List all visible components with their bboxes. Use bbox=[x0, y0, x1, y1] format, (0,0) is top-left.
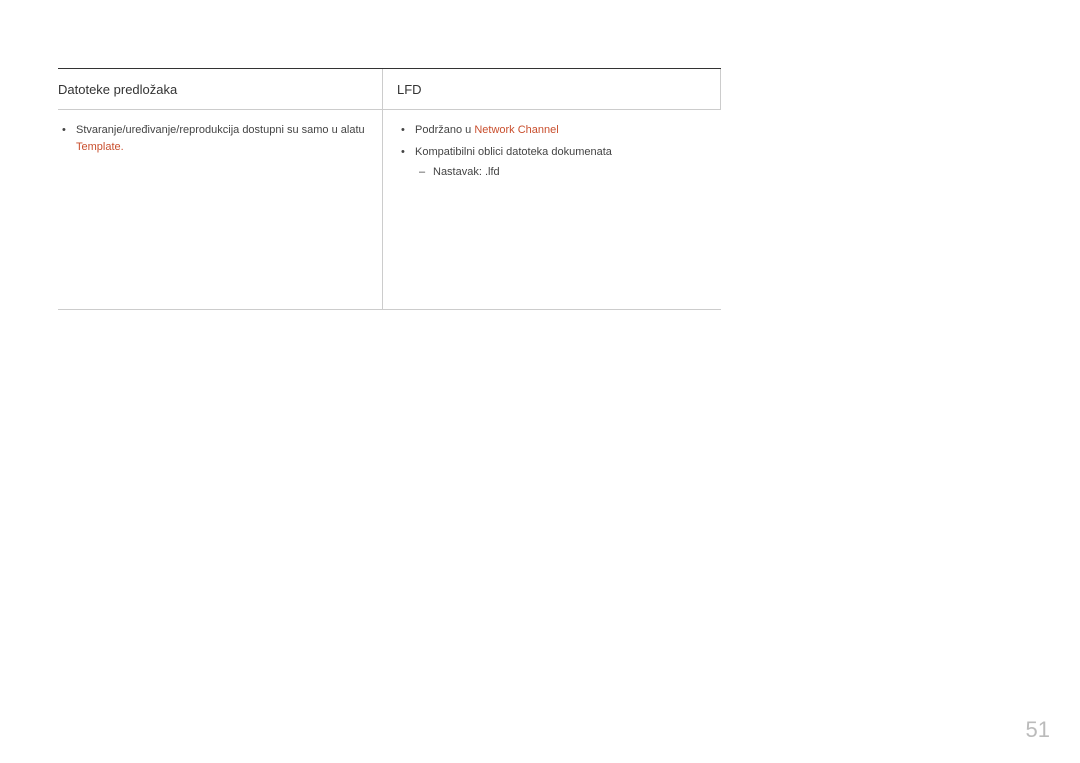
table-header-row: Datoteke predložaka LFD bbox=[58, 69, 721, 110]
page-number: 51 bbox=[1026, 717, 1050, 743]
right-bullet1-highlight: Network Channel bbox=[474, 124, 558, 136]
header-left-text: Datoteke predložaka bbox=[58, 82, 177, 97]
right-dash1-text: Nastavak: .lfd bbox=[433, 166, 500, 178]
file-formats-table: Datoteke predložaka LFD Stvaranje/uređiv… bbox=[58, 68, 721, 310]
header-cell-right: LFD bbox=[383, 69, 721, 109]
right-bullet-list: Podržano u Network Channel Kompatibilni … bbox=[397, 122, 711, 181]
right-bullet2-text: Kompatibilni oblici datoteka dokumenata bbox=[415, 146, 612, 158]
header-cell-left: Datoteke predložaka bbox=[58, 69, 383, 109]
left-bullet1-highlight: Template bbox=[76, 141, 121, 153]
header-right-text: LFD bbox=[397, 82, 422, 97]
list-item: Stvaranje/uređivanje/reprodukcija dostup… bbox=[72, 122, 372, 155]
document-page: Datoteke predložaka LFD Stvaranje/uređiv… bbox=[0, 0, 1080, 310]
content-cell-left: Stvaranje/uređivanje/reprodukcija dostup… bbox=[58, 110, 383, 309]
left-bullet1-text: Stvaranje/uređivanje/reprodukcija dostup… bbox=[76, 124, 365, 136]
table-content-row: Stvaranje/uređivanje/reprodukcija dostup… bbox=[58, 110, 721, 310]
list-item: Podržano u Network Channel bbox=[411, 122, 711, 139]
right-dash-list: Nastavak: .lfd bbox=[415, 164, 711, 181]
content-cell-right: Podržano u Network Channel Kompatibilni … bbox=[383, 110, 721, 309]
left-bullet-list: Stvaranje/uređivanje/reprodukcija dostup… bbox=[58, 122, 372, 155]
list-item: Kompatibilni oblici datoteka dokumenata … bbox=[411, 144, 711, 181]
period: . bbox=[121, 141, 124, 153]
right-bullet1-text: Podržano u bbox=[415, 124, 474, 136]
list-item: Nastavak: .lfd bbox=[429, 164, 711, 181]
